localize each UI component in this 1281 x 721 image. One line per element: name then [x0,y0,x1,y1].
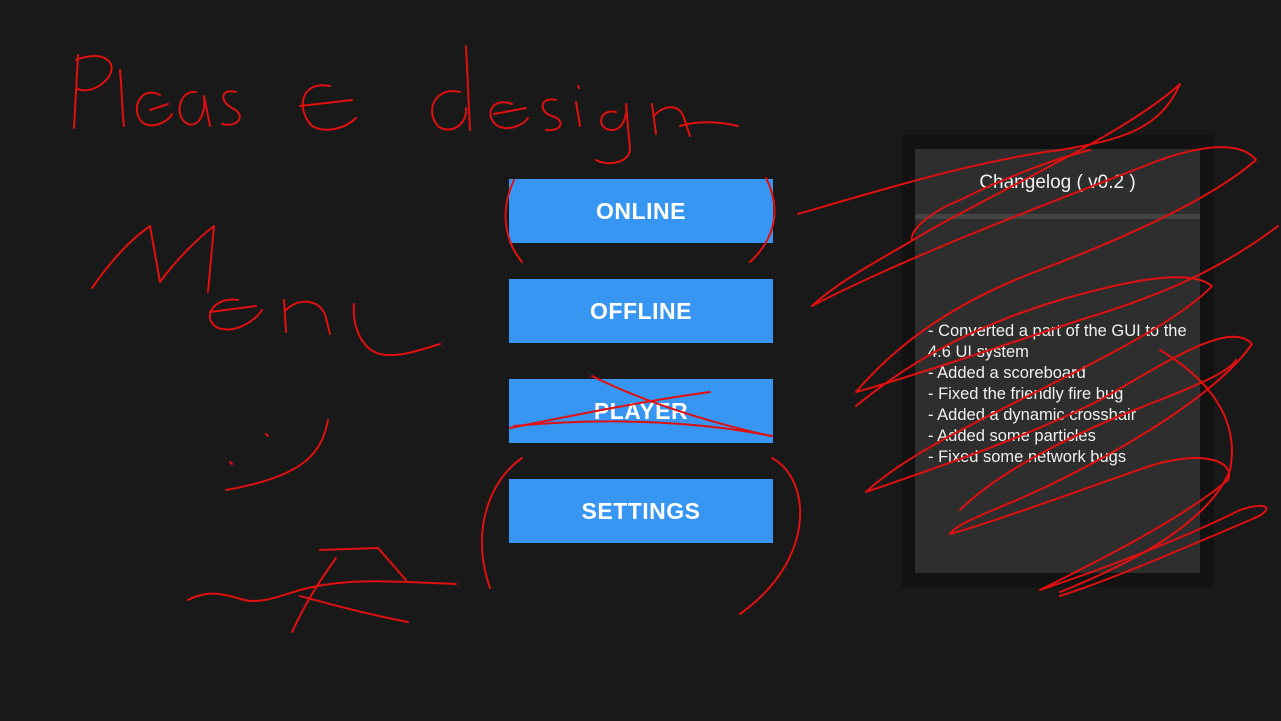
online-button[interactable]: ONLINE [509,179,773,243]
changelog-list: - Converted a part of the GUI to the 4.6… [928,321,1190,468]
changelog-item: - Added some particles [928,427,1096,445]
changelog-item: - Fixed the friendly fire bug [928,385,1124,403]
offline-button[interactable]: OFFLINE [509,279,773,343]
changelog-divider [915,214,1200,219]
settings-button[interactable]: SETTINGS [509,479,773,543]
player-button[interactable]: PLAYER [509,379,773,443]
changelog-title: Changelog ( v0.2 ) [979,172,1136,193]
changelog-item: - Added a dynamic crosshair [928,406,1137,424]
changelog-item: - Fixed some network bugs [928,448,1127,466]
changelog-item: - Added a scoreboard [928,364,1086,382]
changelog-item: - Converted a part of the GUI to the 4.6… [928,322,1187,361]
main-menu-screen: ONLINE OFFLINE PLAYER SETTINGS Changelog… [0,0,1281,721]
